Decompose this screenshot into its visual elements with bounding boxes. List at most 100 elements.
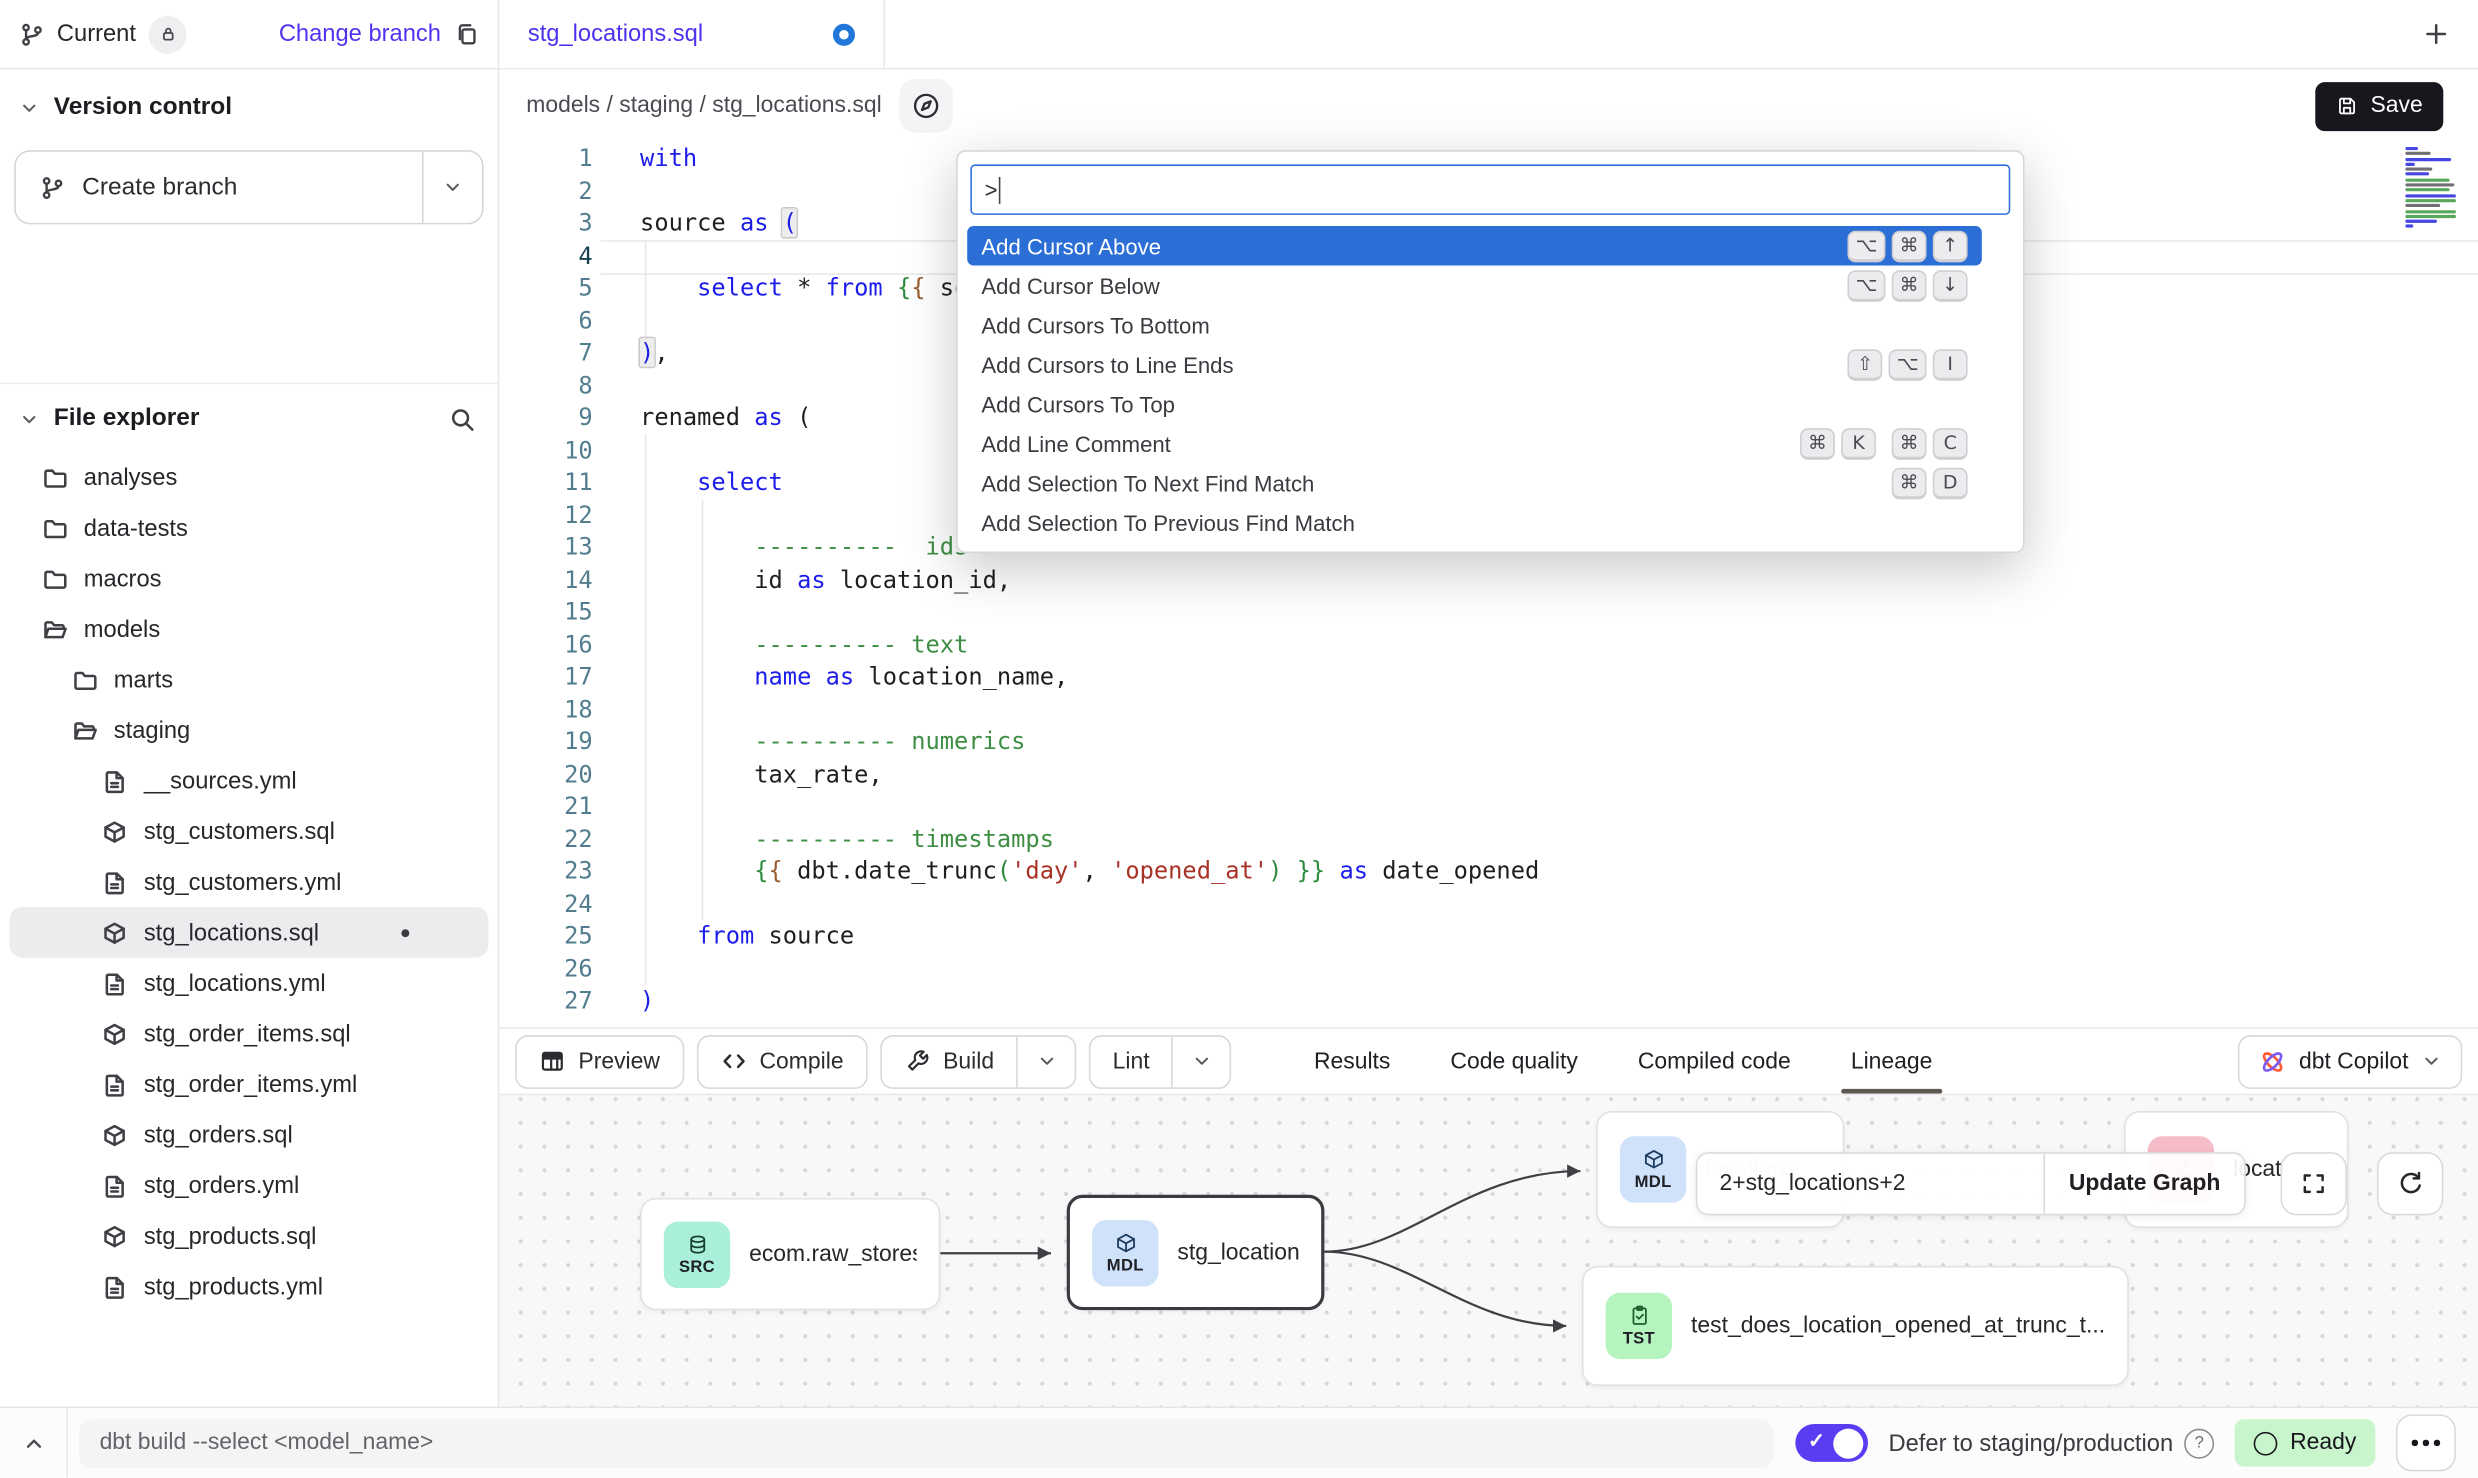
- tab-stg-locations-sql[interactable]: stg_locations.sql: [499, 0, 885, 68]
- new-tab-button[interactable]: [2423, 0, 2478, 68]
- breadcrumb: models / staging / stg_locations.sql: [526, 93, 881, 118]
- change-branch-link[interactable]: Change branch: [279, 21, 441, 48]
- tab-code-quality[interactable]: Code quality: [1450, 1029, 1577, 1094]
- file-tree-item-stg-products-yml[interactable]: stg_products.yml: [9, 1261, 488, 1312]
- compile-button[interactable]: Compile: [696, 1034, 867, 1088]
- lineage-node-tst[interactable]: TSTtest_does_location_opened_at_trunc_t.…: [1582, 1266, 2129, 1386]
- minimap[interactable]: [2405, 147, 2462, 230]
- tab-compiled-code[interactable]: Compiled code: [1638, 1029, 1791, 1094]
- minimap-line: [2405, 168, 2431, 171]
- file-tree-item-data-tests[interactable]: data-tests: [9, 503, 488, 554]
- command-palette-input[interactable]: >: [970, 164, 2010, 215]
- copy-icon[interactable]: [454, 21, 479, 46]
- minimap-line: [2405, 189, 2449, 192]
- file-tree-item-stg-products-sql[interactable]: stg_products.sql: [9, 1211, 488, 1262]
- db-icon: [685, 1232, 709, 1256]
- command-item-add-cursors-to-bottom[interactable]: Add Cursors To Bottom: [967, 305, 1982, 345]
- file-tree-item-marts[interactable]: marts: [9, 654, 488, 705]
- compass-icon: [912, 92, 940, 120]
- file-label: stg_products.sql: [144, 1222, 317, 1249]
- wrench-icon: [904, 1048, 931, 1075]
- line-number: 25: [499, 920, 592, 952]
- folder-open-icon: [71, 717, 98, 744]
- lint-dropdown[interactable]: [1173, 1036, 1230, 1087]
- command-item-add-selection-to-previous-find-match[interactable]: Add Selection To Previous Find Match: [967, 503, 1982, 543]
- file-tree-item-stg-orders-yml[interactable]: stg_orders.yml: [9, 1160, 488, 1211]
- lineage-selector-input[interactable]: 2+stg_locations+2: [1697, 1154, 2043, 1214]
- chevron-down-icon: [2421, 1051, 2442, 1072]
- file-tree-item-stg-order-items-yml[interactable]: stg_order_items.yml: [9, 1059, 488, 1110]
- file-tree-item-stg-orders-sql[interactable]: stg_orders.sql: [9, 1109, 488, 1160]
- update-graph-button[interactable]: Update Graph: [2045, 1154, 2244, 1214]
- file-tree-item-models[interactable]: models: [9, 604, 488, 655]
- file-tree-item-stg-customers-sql[interactable]: stg_customers.sql: [9, 806, 488, 857]
- dbt-copilot-button[interactable]: dbt Copilot: [2237, 1034, 2462, 1088]
- command-label: Add Cursor Above: [981, 233, 1161, 258]
- branch-bar: Current Change branch: [0, 0, 498, 70]
- path-bar: models / staging / stg_locations.sql Sav…: [499, 70, 2478, 143]
- plus-icon: [2423, 21, 2450, 48]
- button-label: Build: [943, 1049, 994, 1074]
- file-tree-item-stg-customers-yml[interactable]: stg_customers.yml: [9, 857, 488, 908]
- minimap-line: [2405, 220, 2436, 223]
- command-item-add-cursor-above[interactable]: Add Cursor Above⌥⌘↑: [967, 226, 1982, 266]
- tab-results[interactable]: Results: [1314, 1029, 1390, 1094]
- file-label: data-tests: [84, 514, 188, 541]
- lock-icon: [157, 24, 178, 45]
- more-options-button[interactable]: [2396, 1414, 2456, 1471]
- node-badge: MDL: [1092, 1219, 1158, 1285]
- status-badge[interactable]: Ready: [2235, 1419, 2376, 1466]
- cube-icon: [1113, 1230, 1137, 1254]
- file-tree-item-macros[interactable]: macros: [9, 553, 488, 604]
- fullscreen-button[interactable]: [2281, 1152, 2347, 1215]
- preview-button[interactable]: Preview: [515, 1034, 683, 1088]
- tab-lineage[interactable]: Lineage: [1851, 1029, 1933, 1094]
- command-label: Add Cursors To Top: [981, 391, 1175, 416]
- command-item-add-cursors-to-line-ends[interactable]: Add Cursors to Line Ends⇧⌥I: [967, 345, 1982, 385]
- command-item-add-cursors-to-top[interactable]: Add Cursors To Top: [967, 384, 1982, 424]
- file-tree-item-stg-locations-yml[interactable]: stg_locations.yml: [9, 958, 488, 1009]
- version-control-header[interactable]: Version control: [0, 70, 498, 135]
- line-number: 13: [499, 531, 592, 563]
- key-badge: ⌘: [1892, 269, 1927, 301]
- defer-toggle[interactable]: ✓: [1795, 1424, 1868, 1462]
- editor-tabbar: stg_locations.sql: [499, 0, 2478, 70]
- command-item-add-line-comment[interactable]: Add Line Comment⌘K⌘C: [967, 424, 1982, 464]
- file-label: stg_order_items.yml: [144, 1071, 357, 1098]
- refresh-graph-button[interactable]: [2377, 1152, 2443, 1215]
- line-number: 19: [499, 725, 592, 757]
- command-input[interactable]: dbt build --select <model_name>: [79, 1418, 1773, 1467]
- file-label: stg_customers.sql: [144, 818, 335, 845]
- help-icon[interactable]: ?: [2184, 1428, 2214, 1458]
- badge-label: TST: [1623, 1329, 1655, 1348]
- build-dropdown[interactable]: [1018, 1036, 1075, 1087]
- file-tree-item-stg-order-items-sql[interactable]: stg_order_items.sql: [9, 1008, 488, 1059]
- lineage-node-mdl[interactable]: MDLstg_locations: [1067, 1195, 1325, 1310]
- search-icon[interactable]: [449, 405, 476, 432]
- create-branch-button[interactable]: Create branch: [14, 150, 483, 224]
- minimap-line: [2405, 163, 2415, 166]
- lineage-canvas[interactable]: SRCecom.raw_storesMDLstg_locationsMDLloc…: [499, 1094, 2478, 1407]
- file-tree-item-stg-locations-sql[interactable]: stg_locations.sql: [9, 907, 488, 958]
- save-label: Save: [2371, 93, 2423, 118]
- file-explorer-header[interactable]: File explorer: [0, 384, 498, 446]
- version-control-title: Version control: [54, 93, 232, 121]
- lint-button[interactable]: Lint: [1089, 1034, 1232, 1088]
- lineage-node-src[interactable]: SRCecom.raw_stores: [640, 1198, 940, 1310]
- navigate-badge[interactable]: [899, 79, 953, 133]
- result-tabs: Results Code quality Compiled code Lineage: [1314, 1029, 1932, 1094]
- file-tree-item-staging[interactable]: staging: [9, 705, 488, 756]
- line-number: 24: [499, 887, 592, 919]
- file-label: analyses: [84, 464, 178, 491]
- command-item-add-selection-to-next-find-match[interactable]: Add Selection To Next Find Match⌘D: [967, 463, 1982, 503]
- command-item-add-cursor-below[interactable]: Add Cursor Below⌥⌘↓: [967, 266, 1982, 306]
- build-button[interactable]: Build: [880, 1034, 1076, 1088]
- save-button[interactable]: Save: [2315, 81, 2443, 130]
- file-tree-item-analyses[interactable]: analyses: [9, 452, 488, 503]
- key-badge: ↓: [1933, 269, 1968, 301]
- create-branch-dropdown[interactable]: [424, 152, 482, 223]
- expand-console-button[interactable]: [0, 1408, 66, 1478]
- create-branch-main[interactable]: Create branch: [16, 152, 422, 223]
- defer-label: Defer to staging/production: [1889, 1429, 2174, 1456]
- file-tree-item--sources-yml[interactable]: __sources.yml: [9, 755, 488, 806]
